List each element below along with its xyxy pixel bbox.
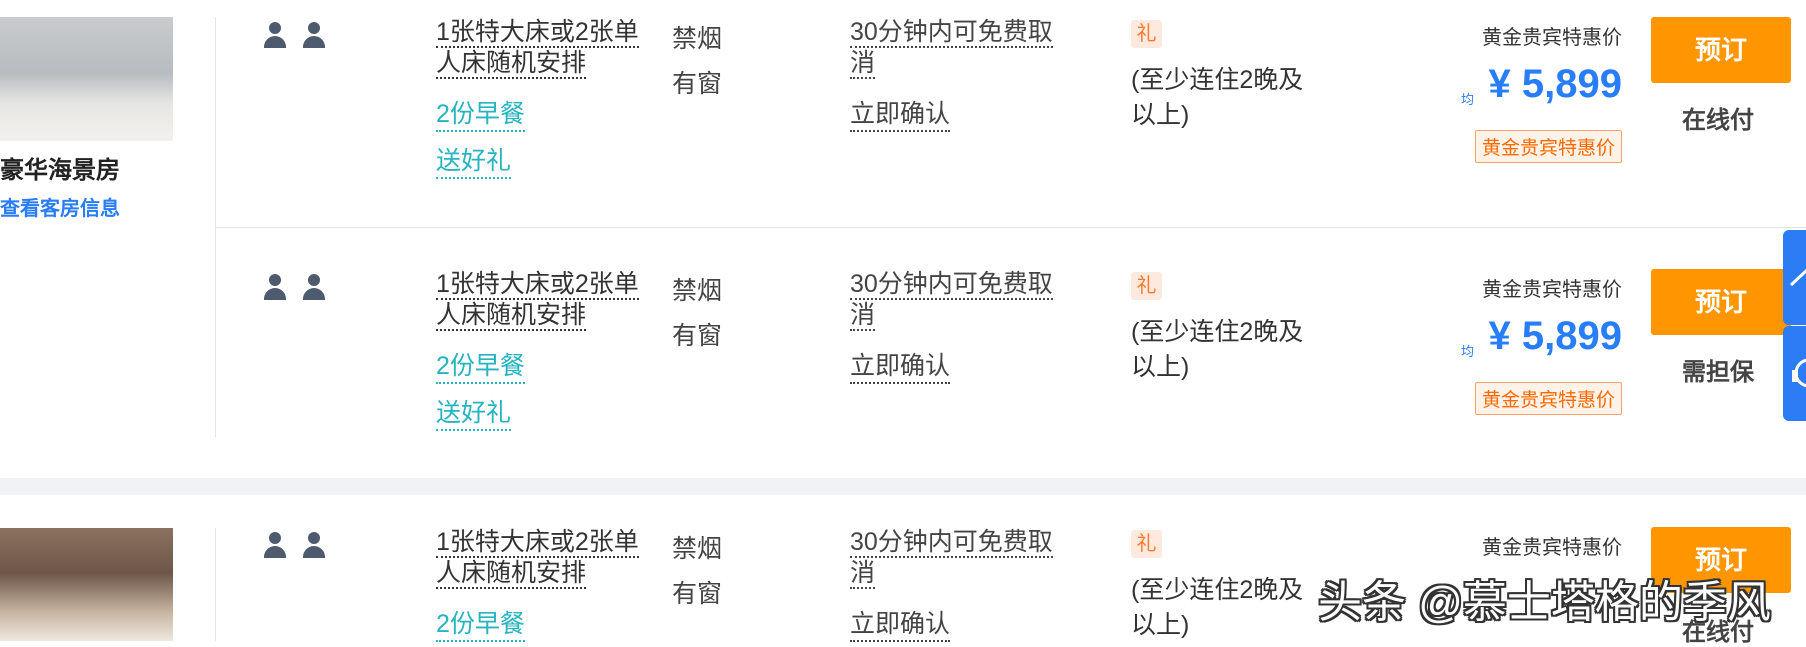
cancel-policy[interactable]: 30分钟内可免费取消 <box>850 269 1060 331</box>
confirm-link[interactable]: 立即确认 <box>850 94 951 132</box>
bed-type[interactable]: 1张特大床或2张单人床随机安排 <box>436 269 646 331</box>
window-info: 有窗 <box>672 580 723 608</box>
watermark: 头条 @慕士塔格的季风 <box>1318 578 1771 627</box>
confirm-link[interactable]: 立即确认 <box>850 346 951 384</box>
breakfast-link[interactable]: 2份早餐 <box>436 604 525 642</box>
book-button[interactable]: 预订 <box>1651 269 1791 335</box>
back-to-top-icon <box>1789 268 1806 287</box>
payment-type: 需担保 <box>1682 359 1754 386</box>
confirm-link[interactable]: 立即确认 <box>850 604 951 642</box>
gift-badge[interactable]: 礼 <box>1131 20 1162 48</box>
guest-icon <box>262 274 288 300</box>
gift-link[interactable]: 送好礼 <box>436 393 512 431</box>
room-name: 豪华海景房 <box>0 157 120 184</box>
bed-type[interactable]: 1张特大床或2张单人床随机安排 <box>436 527 646 589</box>
cancel-policy[interactable]: 30分钟内可免费取消 <box>850 527 1060 589</box>
smoking-policy: 禁烟 <box>672 535 723 563</box>
price: ¥ 5,899 <box>1488 314 1622 358</box>
guest-icon <box>301 274 327 300</box>
window-info: 有窗 <box>672 322 723 350</box>
guest-icon <box>262 22 288 48</box>
guest-icon <box>301 532 327 558</box>
guest-icon <box>301 22 327 48</box>
vip-tag: 黄金贵宾特惠价 <box>1474 130 1622 163</box>
vip-price-label: 黄金贵宾特惠价 <box>1482 27 1622 49</box>
column-divider <box>215 528 216 641</box>
vip-tag: 黄金贵宾特惠价 <box>1474 382 1622 415</box>
breakfast-link[interactable]: 2份早餐 <box>436 346 525 384</box>
room-separator-band <box>0 478 1806 495</box>
payment-type: 在线付 <box>1682 107 1754 134</box>
vip-price-label: 黄金贵宾特惠价 <box>1482 537 1622 559</box>
book-button[interactable]: 预订 <box>1651 17 1791 83</box>
gift-badge[interactable]: 礼 <box>1131 530 1162 558</box>
bed-type[interactable]: 1张特大床或2张单人床随机安排 <box>436 17 646 79</box>
gift-badge[interactable]: 礼 <box>1131 272 1162 300</box>
smoking-policy: 禁烟 <box>672 277 723 305</box>
smoking-policy: 禁烟 <box>672 25 723 53</box>
customer-service-button[interactable] <box>1783 326 1806 421</box>
row-divider <box>215 227 1806 228</box>
avg-label: 均 <box>1461 344 1475 359</box>
breakfast-link[interactable]: 2份早餐 <box>436 94 525 132</box>
customer-service-icon <box>1792 358 1806 388</box>
min-stay-note: (至少连住2晚及以上) <box>1131 318 1304 381</box>
guest-icon <box>262 532 288 558</box>
window-info: 有窗 <box>672 70 723 98</box>
room-photo[interactable] <box>0 528 173 641</box>
price: ¥ 5,899 <box>1488 62 1622 106</box>
room-info-link[interactable]: 查看客房信息 <box>0 192 120 221</box>
avg-label: 均 <box>1461 92 1475 107</box>
room-photo[interactable] <box>0 17 173 141</box>
vip-price-label: 黄金贵宾特惠价 <box>1482 279 1622 301</box>
min-stay-note: (至少连住2晚及以上) <box>1131 576 1304 639</box>
gift-link[interactable]: 送好礼 <box>436 141 512 179</box>
back-to-top-button[interactable] <box>1783 230 1806 325</box>
min-stay-note: (至少连住2晚及以上) <box>1131 66 1304 129</box>
cancel-policy[interactable]: 30分钟内可免费取消 <box>850 17 1060 79</box>
